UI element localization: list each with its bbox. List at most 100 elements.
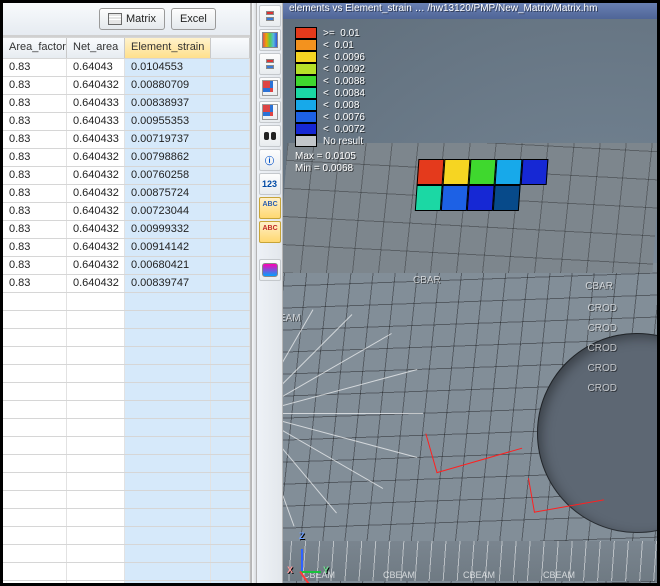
info-button[interactable]: ⓘ [259,149,281,171]
table-row[interactable]: 0.830.6404320.00798862 [3,149,250,167]
axis-x-label: X [287,565,293,575]
table-row[interactable]: 0.830.6404320.00839747 [3,275,250,293]
result-patch [443,159,471,185]
label-crod: CROD [588,383,617,394]
table-row-empty [3,473,250,491]
cell-spare [211,77,250,94]
contour-button-2[interactable] [259,29,281,51]
table-row[interactable]: 0.830.6404320.00680421 [3,257,250,275]
axis-z [301,549,303,571]
axis-triad: Z Y X [301,541,331,571]
model-viewport[interactable]: elements vs Element_strain … /hw13120/PM… [283,3,657,583]
cell-net-area: 0.640432 [67,149,125,166]
legend-swatch [295,99,317,111]
axis-y-label: Y [323,565,329,575]
cell-spare [211,221,250,238]
model-beams: CBEAM CBEAM CBEAM CBEAM [283,541,657,581]
numbers-button[interactable]: 123 [259,173,281,195]
grid-icon [262,80,278,96]
table-row[interactable]: 0.830.6404320.00723044 [3,203,250,221]
cell-spare [211,149,250,166]
legend-swatch [295,111,317,123]
table-row-empty [3,581,250,583]
contour-button-3[interactable] [259,53,281,75]
grid2-icon [262,104,278,120]
cell-area-factor: 0.83 [3,257,67,274]
legend-text: < 0.0072 [323,124,365,135]
label-cbeam: CBEAM [283,313,301,324]
cell-area-factor: 0.83 [3,167,67,184]
legend-text: < 0.0076 [323,112,365,123]
cell-element-strain: 0.00839747 [125,275,211,292]
legend-swatch [295,75,317,87]
legend-swatch [295,123,317,135]
cell-net-area: 0.640432 [67,257,125,274]
results-table[interactable]: Area_factor Net_area Element_strain 0.83… [3,36,250,583]
table-row-empty [3,293,250,311]
table-row[interactable]: 0.830.6404320.00880709 [3,77,250,95]
contour-button-1[interactable] [259,5,281,27]
table-row-empty [3,311,250,329]
cell-area-factor: 0.83 [3,149,67,166]
col-net-area[interactable]: Net_area [67,38,125,58]
table-row[interactable]: 0.830.6404330.00955353 [3,113,250,131]
label-crod: CROD [588,343,617,354]
label-crod: CROD [588,323,617,334]
legend-noresult-text: No result [323,136,363,147]
label-crod: CROD [588,303,617,314]
cell-element-strain: 0.00719737 [125,131,211,148]
labels-button-1[interactable]: ABC [259,197,281,219]
palette-button[interactable] [259,259,281,281]
legend-text: < 0.0096 [323,52,365,63]
cell-area-factor: 0.83 [3,239,67,256]
find-button[interactable] [259,125,281,147]
cell-element-strain: 0.00955353 [125,113,211,130]
cell-net-area: 0.640432 [67,167,125,184]
legend-row: < 0.0084 [295,87,445,99]
table-header-row: Area_factor Net_area Element_strain [3,37,250,59]
col-spare [211,38,250,58]
cell-element-strain: 0.00760258 [125,167,211,184]
label-cbar: CBAR [585,281,613,292]
table-row[interactable]: 0.830.6404320.00999332 [3,221,250,239]
contour-button-4[interactable] [259,77,281,99]
matrix-button[interactable]: Matrix [99,8,165,30]
table-row[interactable]: 0.830.6404320.00760258 [3,167,250,185]
result-patch [441,185,469,211]
binoculars-icon [263,131,277,141]
cell-element-strain: 0.00914142 [125,239,211,256]
results-panel-toolbar: Matrix Excel [3,3,250,36]
table-row-empty [3,401,250,419]
table-body[interactable]: 0.830.640430.01045530.830.6404320.008807… [3,59,250,583]
table-row[interactable]: 0.830.6404330.00719737 [3,131,250,149]
cell-spare [211,59,250,76]
excel-button[interactable]: Excel [171,8,216,30]
cell-net-area: 0.640432 [67,185,125,202]
cell-net-area: 0.640432 [67,239,125,256]
contour-button-5[interactable] [259,101,281,123]
abc-icon: ABC [263,201,277,215]
result-patch [521,159,549,185]
results-panel: Matrix Excel Area_factor Net_area Elemen… [3,3,251,583]
beam-label: CBEAM [383,570,415,580]
cell-element-strain: 0.00999332 [125,221,211,238]
labels-button-2[interactable]: ABC [259,221,281,243]
table-row[interactable]: 0.830.640430.0104553 [3,59,250,77]
legend-text: >= 0.01 [323,28,360,39]
cell-area-factor: 0.83 [3,275,67,292]
legend-min: Min = 0.0068 [295,163,445,175]
table-row[interactable]: 0.830.6404320.00875724 [3,185,250,203]
table-row-empty [3,455,250,473]
legend-swatch-noresult [295,135,317,147]
col-area-factor[interactable]: Area_factor [3,38,67,58]
view-toolbar: ⓘ 123 ABC ABC [257,3,283,583]
table-row-empty [3,437,250,455]
contour-legend: >= 0.01< 0.01< 0.0096< 0.0092< 0.0088< 0… [295,27,445,175]
table-row[interactable]: 0.830.6404320.00914142 [3,239,250,257]
cell-element-strain: 0.00880709 [125,77,211,94]
col-element-strain[interactable]: Element_strain [125,38,211,58]
cell-net-area: 0.64043 [67,59,125,76]
table-row[interactable]: 0.830.6404330.00838937 [3,95,250,113]
matrix-icon [108,13,122,25]
cell-element-strain: 0.00875724 [125,185,211,202]
